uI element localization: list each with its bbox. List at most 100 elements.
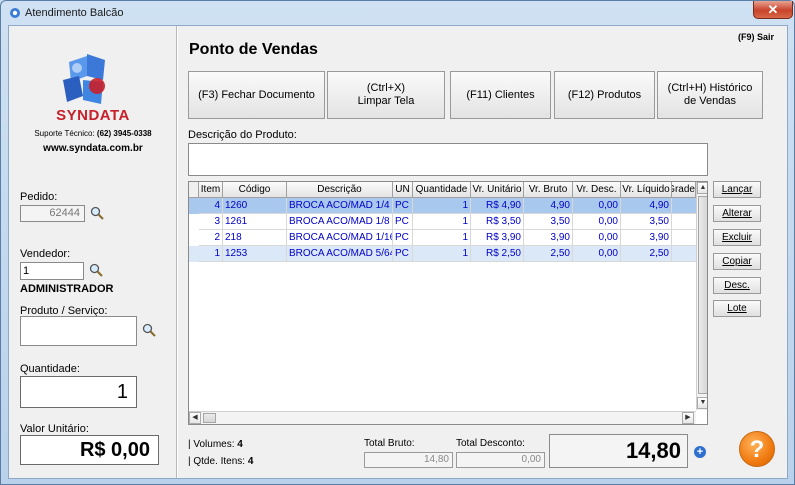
- table-cell: 2,50: [621, 246, 672, 262]
- vendedor-field[interactable]: 1: [20, 262, 84, 280]
- vertical-scroll-thumb[interactable]: [698, 196, 708, 394]
- table-cell: 0,00: [573, 246, 621, 262]
- historico-label: de Vendas: [684, 95, 736, 108]
- table-cell: 1: [413, 214, 471, 230]
- limpar-tela-label: Limpar Tela: [358, 95, 415, 108]
- horizontal-scrollbar[interactable]: ◀ ▶: [189, 411, 696, 424]
- col-vr-liquido[interactable]: Vr. Líquido: [621, 182, 672, 198]
- table-row[interactable]: 11253BROCA ACO/MAD 5/64PC1R$ 2,502,500,0…: [189, 246, 697, 262]
- itens-value: 4: [248, 456, 254, 467]
- fechar-documento-button[interactable]: (F3) Fechar Documento: [188, 71, 325, 119]
- search-icon[interactable]: [90, 206, 104, 220]
- table-cell: 3: [199, 214, 223, 230]
- historico-shortcut: (Ctrl+H) Histórico: [668, 82, 753, 95]
- table-row[interactable]: 2218BROCA ACO/MAD 1/16PC1R$ 3,903,900,00…: [189, 230, 697, 246]
- historico-vendas-button[interactable]: (Ctrl+H) Histórico de Vendas: [657, 71, 763, 119]
- table-cell: 0,00: [573, 198, 621, 214]
- table-cell: 3,90: [621, 230, 672, 246]
- valor-unitario-label: Valor Unitário:: [20, 423, 89, 435]
- clientes-button[interactable]: (F11) Clientes: [450, 71, 551, 119]
- left-panel: SYNDATA Suporte Técnico: (62) 3945-0338 …: [9, 26, 177, 478]
- table-cell: 0,00: [573, 230, 621, 246]
- lancar-button[interactable]: Lançar: [713, 181, 761, 198]
- quantidade-field[interactable]: 1: [20, 376, 137, 408]
- produtos-label: (F12) Produtos: [568, 89, 641, 102]
- produto-field[interactable]: [20, 316, 137, 346]
- support-label: Suporte Técnico:: [34, 129, 94, 138]
- vendedor-label: Vendedor:: [20, 248, 70, 260]
- total-desconto-field: 0,00: [456, 452, 545, 468]
- scroll-left-icon[interactable]: ◀: [189, 412, 201, 424]
- table-cell: BROCA ACO/MAD 5/64: [287, 246, 393, 262]
- table-cell: 1260: [223, 198, 287, 214]
- table-cell-grade: [672, 246, 697, 262]
- col-vr-desc[interactable]: Vr. Desc.: [573, 182, 621, 198]
- col-vr-bruto[interactable]: Vr. Bruto: [524, 182, 573, 198]
- col-grade[interactable]: Grade: [672, 182, 696, 198]
- table-cell: 1: [199, 246, 223, 262]
- table-cell: 1253: [223, 246, 287, 262]
- items-grid[interactable]: Item Código Descrição UN Quantidade Vr. …: [188, 181, 708, 425]
- table-cell: PC: [393, 198, 413, 214]
- alterar-button[interactable]: Alterar: [713, 205, 761, 222]
- vendedor-name: ADMINISTRADOR: [20, 283, 114, 295]
- table-cell: 2,50: [524, 246, 573, 262]
- grand-total: 14,80: [549, 434, 688, 468]
- scroll-down-icon[interactable]: ▼: [697, 397, 708, 409]
- excluir-button[interactable]: Excluir: [713, 229, 761, 246]
- clientes-label: (F11) Clientes: [466, 89, 534, 102]
- table-cell: R$ 2,50: [471, 246, 524, 262]
- grid-corner: [189, 182, 199, 198]
- vertical-scrollbar[interactable]: ▲ ▼: [696, 182, 708, 410]
- client-area: SYNDATA Suporte Técnico: (62) 3945-0338 …: [8, 25, 788, 479]
- scroll-up-icon[interactable]: ▲: [697, 182, 708, 194]
- table-cell: 1: [413, 230, 471, 246]
- limpar-tela-button[interactable]: (Ctrl+X) Limpar Tela: [327, 71, 445, 119]
- col-vr-unitario[interactable]: Vr. Unitário: [471, 182, 524, 198]
- table-row[interactable]: 41260BROCA ACO/MAD 1/4PC1R$ 4,904,900,00…: [189, 198, 697, 214]
- scroll-right-icon[interactable]: ▶: [682, 412, 694, 424]
- support-line: Suporte Técnico: (62) 3945-0338: [9, 129, 177, 138]
- volumes-label: | Volumes:: [188, 439, 235, 450]
- search-icon[interactable]: [89, 263, 103, 277]
- alterar-label: Alterar: [722, 208, 751, 219]
- col-un[interactable]: UN: [393, 182, 413, 198]
- volumes-value: 4: [237, 439, 243, 450]
- table-row[interactable]: 31261BROCA ACO/MAD 1/8PC1R$ 3,503,500,00…: [189, 214, 697, 230]
- table-cell: 3,50: [621, 214, 672, 230]
- table-cell: 1261: [223, 214, 287, 230]
- itens-summary: | Qtde. Itens: 4: [188, 456, 253, 467]
- plus-icon[interactable]: +: [694, 446, 706, 458]
- help-icon[interactable]: ?: [739, 431, 775, 467]
- desc-button[interactable]: Desc.: [713, 277, 761, 294]
- table-cell-grade: [672, 214, 697, 230]
- table-cell: BROCA ACO/MAD 1/16: [287, 230, 393, 246]
- produtos-button[interactable]: (F12) Produtos: [554, 71, 655, 119]
- table-cell: 1: [413, 198, 471, 214]
- title-bar[interactable]: Atendimento Balcão ✕: [1, 1, 794, 25]
- table-cell: PC: [393, 230, 413, 246]
- table-cell: 4,90: [524, 198, 573, 214]
- col-quantidade[interactable]: Quantidade: [413, 182, 471, 198]
- lote-button[interactable]: Lote: [713, 300, 761, 317]
- pedido-field[interactable]: 62444: [20, 205, 85, 222]
- quantidade-label: Quantidade:: [20, 363, 80, 375]
- col-codigo[interactable]: Código: [223, 182, 287, 198]
- search-icon[interactable]: [142, 323, 156, 337]
- table-cell: 4,90: [621, 198, 672, 214]
- page-title: Ponto de Vendas: [189, 41, 318, 59]
- col-item[interactable]: Item: [199, 182, 223, 198]
- descricao-label: Descrição do Produto:: [188, 129, 297, 141]
- main-panel: Ponto de Vendas (F9) Sair (F3) Fechar Do…: [178, 26, 787, 478]
- horizontal-scroll-thumb[interactable]: [203, 413, 216, 423]
- col-descricao[interactable]: Descrição: [287, 182, 393, 198]
- valor-unitario-field[interactable]: R$ 0,00: [20, 435, 159, 465]
- site-link[interactable]: www.syndata.com.br: [9, 143, 177, 154]
- exit-shortcut[interactable]: (F9) Sair: [738, 32, 774, 42]
- copiar-button[interactable]: Copiar: [713, 253, 761, 270]
- close-button[interactable]: ✕: [753, 1, 793, 19]
- table-cell: R$ 3,90: [471, 230, 524, 246]
- total-bruto-field: 14,80: [364, 452, 453, 468]
- descricao-field[interactable]: [188, 143, 708, 176]
- table-cell: BROCA ACO/MAD 1/4: [287, 198, 393, 214]
